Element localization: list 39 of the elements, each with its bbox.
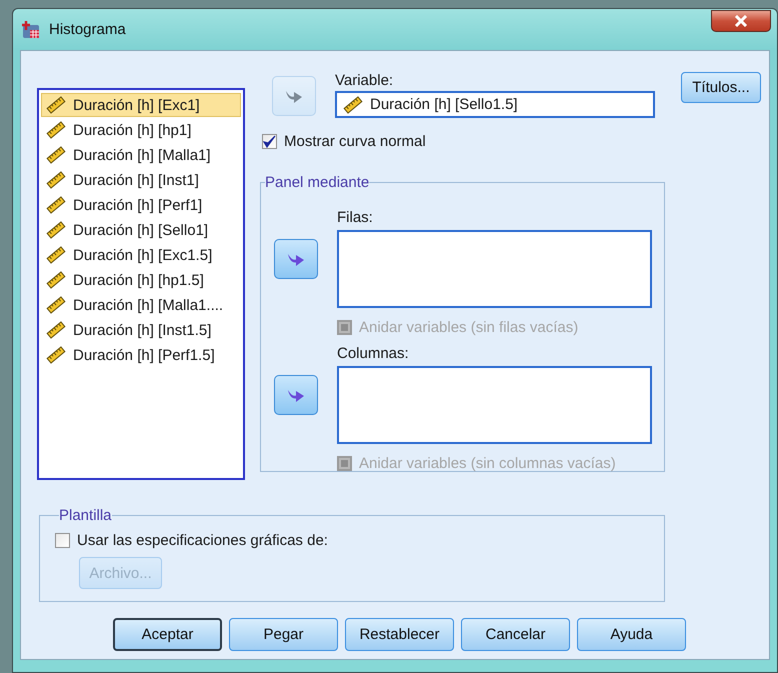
dialog-button[interactable]: Ayuda xyxy=(577,618,686,651)
checkbox-label: Anidar variables (sin filas vacías) xyxy=(359,319,578,336)
dialog-button[interactable]: Cancelar xyxy=(461,618,570,651)
group-title: Panel mediante xyxy=(265,174,370,191)
field-label: Filas: xyxy=(337,209,374,227)
list-item[interactable]: Duración [h] [Malla1.... xyxy=(41,293,241,317)
list-item[interactable]: Duración [h] [Perf1] xyxy=(41,193,241,217)
checkbox[interactable] xyxy=(55,533,70,548)
list-item[interactable]: Duración [h] [hp1] xyxy=(41,118,241,142)
dialog-button[interactable]: Aceptar xyxy=(113,618,222,651)
variable-field[interactable]: Duración [h] [Sello1.5] xyxy=(335,91,655,118)
move-button[interactable] xyxy=(274,375,318,415)
columns-field[interactable] xyxy=(337,366,652,444)
check-icon xyxy=(263,135,276,148)
checkbox-label: Anidar variables (sin columnas vacías) xyxy=(359,455,616,472)
list-item[interactable]: Duración [h] [hp1.5] xyxy=(41,268,241,292)
dialog-button[interactable]: Pegar xyxy=(229,618,338,651)
checkbox[interactable] xyxy=(262,134,277,149)
list-item[interactable]: Duración [h] [Perf1.5] xyxy=(41,343,241,367)
group-title: Plantilla xyxy=(59,507,112,524)
window-title: Histograma xyxy=(49,21,126,38)
list-item[interactable]: Duración [h] [Malla1] xyxy=(41,143,241,167)
field-value: Duración [h] [Sello1.5] xyxy=(370,96,518,113)
list-item[interactable]: Duración [h] [Inst1] xyxy=(41,168,241,192)
close-button[interactable] xyxy=(711,10,771,32)
list-item[interactable]: Duración [h] [Exc1.5] xyxy=(41,243,241,267)
dialog-button[interactable]: Restablecer xyxy=(345,618,454,651)
field-label: Variable: xyxy=(335,72,394,90)
field-label: Columnas: xyxy=(337,345,410,363)
checkbox-label: Mostrar curva normal xyxy=(284,133,426,150)
titles-button[interactable]: Títulos... xyxy=(681,72,761,103)
move-button[interactable] xyxy=(274,239,318,279)
list-item[interactable]: Duración [h] [Exc1] xyxy=(41,93,241,117)
list-item[interactable]: Duración [h] [Sello1] xyxy=(41,218,241,242)
rows-field[interactable] xyxy=(337,230,652,308)
app-icon xyxy=(21,20,41,40)
list-item[interactable]: Duración [h] [Inst1.5] xyxy=(41,318,241,342)
close-icon xyxy=(734,15,748,27)
checkbox-label: Usar las especificaciones gráficas de: xyxy=(77,532,328,549)
